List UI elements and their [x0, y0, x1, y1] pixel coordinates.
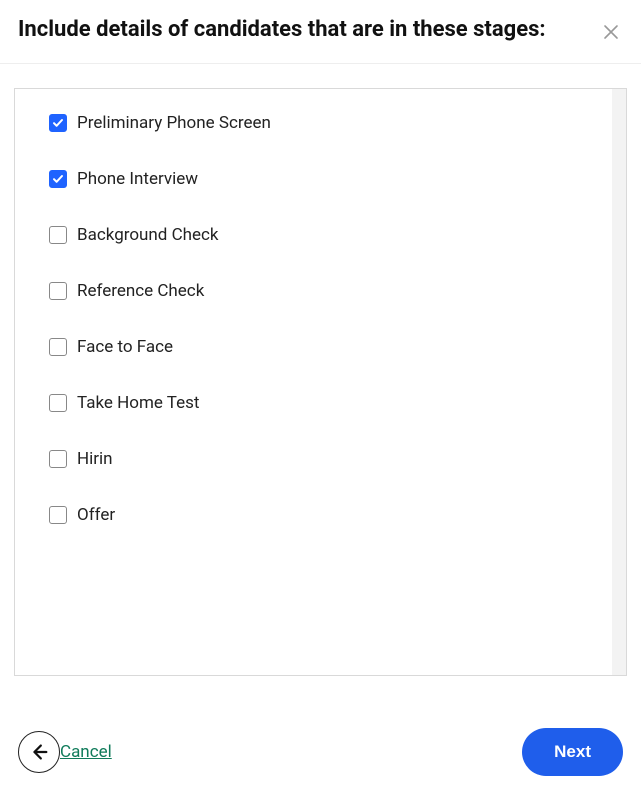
- stage-item[interactable]: Offer: [49, 505, 592, 525]
- stage-item[interactable]: Preliminary Phone Screen: [49, 113, 592, 133]
- back-button[interactable]: [18, 731, 60, 773]
- stage-item[interactable]: Background Check: [49, 225, 592, 245]
- stage-label: Phone Interview: [77, 169, 198, 189]
- stage-label: Background Check: [77, 225, 219, 245]
- check-icon: [52, 173, 64, 185]
- dialog-header: Include details of candidates that are i…: [0, 0, 641, 64]
- check-icon: [52, 117, 64, 129]
- stage-label: Hirin: [77, 449, 113, 469]
- next-button[interactable]: Next: [522, 728, 623, 776]
- arrow-left-icon: [28, 741, 50, 763]
- stage-label: Offer: [77, 505, 115, 525]
- stage-list[interactable]: Preliminary Phone Screen Phone Interview B…: [15, 89, 626, 675]
- stage-label: Face to Face: [77, 337, 173, 357]
- stage-checkbox[interactable]: [49, 338, 67, 356]
- stage-label: Preliminary Phone Screen: [77, 113, 271, 133]
- stage-checkbox[interactable]: [49, 170, 67, 188]
- stage-label: Reference Check: [77, 281, 204, 301]
- dialog-body: Preliminary Phone Screen Phone Interview B…: [0, 64, 641, 722]
- stage-checkbox[interactable]: [49, 282, 67, 300]
- dialog-footer: Cancel Next: [0, 722, 641, 786]
- stage-checkbox[interactable]: [49, 506, 67, 524]
- stage-item[interactable]: Reference Check: [49, 281, 592, 301]
- stage-select-dialog: Include details of candidates that are i…: [0, 0, 641, 786]
- close-icon: [603, 24, 619, 40]
- stage-item[interactable]: Face to Face: [49, 337, 592, 357]
- stage-item[interactable]: Hirin: [49, 449, 592, 469]
- stage-checkbox[interactable]: [49, 226, 67, 244]
- stage-list-panel: Preliminary Phone Screen Phone Interview B…: [14, 88, 627, 676]
- stage-item[interactable]: Phone Interview: [49, 169, 592, 189]
- close-button[interactable]: [599, 20, 623, 44]
- stage-label: Take Home Test: [77, 393, 199, 413]
- stage-checkbox[interactable]: [49, 114, 67, 132]
- cancel-link[interactable]: Cancel: [60, 742, 112, 762]
- stage-checkbox[interactable]: [49, 450, 67, 468]
- stage-item[interactable]: Take Home Test: [49, 393, 592, 413]
- dialog-title: Include details of candidates that are i…: [18, 16, 599, 45]
- stage-checkbox[interactable]: [49, 394, 67, 412]
